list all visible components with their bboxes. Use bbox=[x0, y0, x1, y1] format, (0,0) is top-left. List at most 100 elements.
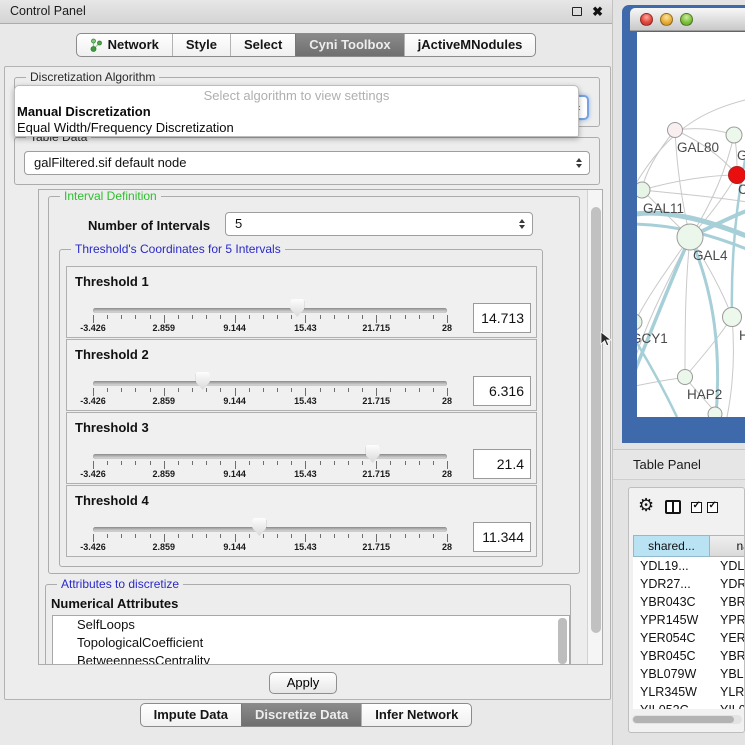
combobox-value: galFiltered.sif default node bbox=[34, 155, 186, 170]
cell-name[interactable]: YBR045C bbox=[710, 647, 745, 665]
column-header-name[interactable]: name bbox=[710, 535, 745, 557]
dropdown-option-manual[interactable]: Manual Discretization bbox=[15, 104, 578, 120]
node-label: GA bbox=[737, 148, 745, 163]
cell-shared-name[interactable]: YIL052C bbox=[633, 701, 710, 709]
slider-track[interactable] bbox=[93, 454, 447, 459]
threshold-value-field[interactable]: 11.344 bbox=[473, 522, 531, 552]
network-node[interactable] bbox=[723, 308, 742, 327]
slider-track[interactable] bbox=[93, 308, 447, 313]
spinner-arrows-icon bbox=[576, 158, 582, 168]
split-view-icon[interactable] bbox=[665, 500, 681, 514]
cell-shared-name[interactable]: YLR345W bbox=[633, 683, 710, 701]
tab-impute-data[interactable]: Impute Data bbox=[141, 704, 241, 726]
checkbox-icon[interactable] bbox=[691, 502, 702, 513]
table-row[interactable]: YBR043CYBR043C bbox=[633, 593, 745, 611]
cell-name[interactable]: YER054C bbox=[710, 629, 745, 647]
slider-track[interactable] bbox=[93, 527, 447, 532]
cell-shared-name[interactable]: YPR145W bbox=[633, 611, 710, 629]
tab-discretize-data[interactable]: Discretize Data bbox=[241, 704, 361, 726]
group-title: Threshold's Coordinates for 5 Intervals bbox=[71, 242, 285, 257]
network-node[interactable] bbox=[668, 123, 683, 138]
network-node[interactable] bbox=[677, 224, 703, 250]
number-of-intervals-combobox[interactable]: 5 bbox=[225, 212, 533, 236]
cell-shared-name[interactable]: YBL079W bbox=[633, 665, 710, 683]
tab-infer-network[interactable]: Infer Network bbox=[361, 704, 471, 726]
network-canvas[interactable]: GAL80GACGAL11GAL4GCY1HHAP2 bbox=[637, 32, 745, 417]
list-scrollbar[interactable] bbox=[558, 618, 567, 664]
network-node[interactable] bbox=[729, 167, 745, 184]
table-row[interactable]: YPR145WYPR145W bbox=[633, 611, 745, 629]
dropdown-option-equal-width[interactable]: Equal Width/Frequency Discretization bbox=[15, 120, 578, 136]
cell-name[interactable]: YBL079W bbox=[710, 665, 745, 683]
float-icon[interactable] bbox=[572, 7, 582, 16]
cell-shared-name[interactable]: YDR27... bbox=[633, 575, 710, 593]
table-row[interactable]: YDR27...YDR27 bbox=[633, 575, 745, 593]
cell-name[interactable]: YPR145W bbox=[710, 611, 745, 629]
scale-label: 9.144 bbox=[223, 323, 246, 333]
network-node[interactable] bbox=[726, 127, 742, 143]
tab-jactivemnodules[interactable]: jActiveMNodules bbox=[404, 34, 536, 56]
cell-name[interactable]: YDR27 bbox=[710, 575, 745, 593]
list-item[interactable]: TopologicalCoefficient bbox=[53, 634, 569, 652]
tab-style[interactable]: Style bbox=[172, 34, 230, 56]
minimize-traffic-light[interactable] bbox=[660, 13, 673, 26]
cell-shared-name[interactable]: YBR045C bbox=[633, 647, 710, 665]
threshold-2-panel: Threshold 2 -3.4262.8599.14415.4321.7152… bbox=[66, 339, 537, 411]
threshold-value-field[interactable]: 6.316 bbox=[473, 376, 531, 406]
zoom-traffic-light[interactable] bbox=[680, 13, 693, 26]
cell-shared-name[interactable]: YDL19... bbox=[633, 557, 710, 575]
network-edge[interactable] bbox=[637, 237, 690, 322]
close-traffic-light[interactable] bbox=[640, 13, 653, 26]
network-edge[interactable] bbox=[642, 175, 737, 190]
node-label: GCY1 bbox=[637, 331, 668, 346]
table-row[interactable]: YBL079WYBL079W bbox=[633, 665, 745, 683]
scale-label: 15.43 bbox=[294, 469, 317, 479]
network-edge[interactable] bbox=[685, 237, 690, 377]
cell-name[interactable]: YDL19 bbox=[710, 557, 745, 575]
tab-network[interactable]: Network bbox=[77, 34, 172, 56]
column-header-shared-name[interactable]: shared... bbox=[633, 535, 710, 557]
cell-name[interactable]: YIL052C bbox=[710, 701, 745, 709]
network-edge[interactable] bbox=[727, 317, 733, 417]
network-node[interactable] bbox=[637, 314, 642, 330]
slider-track[interactable] bbox=[93, 381, 447, 386]
scrollbar-thumb[interactable] bbox=[591, 207, 601, 633]
scale-label: -3.426 bbox=[80, 396, 106, 406]
scale-label: 2.859 bbox=[153, 542, 176, 552]
threshold-value-field[interactable]: 14.713 bbox=[473, 303, 531, 333]
network-window-titlebar[interactable] bbox=[630, 8, 745, 31]
network-edge[interactable] bbox=[685, 317, 732, 377]
node-label: GAL80 bbox=[677, 140, 719, 155]
tab-label: Discretize Data bbox=[255, 704, 348, 726]
table-row[interactable]: YER054CYER054C bbox=[633, 629, 745, 647]
network-node[interactable] bbox=[678, 370, 693, 385]
network-node[interactable] bbox=[637, 182, 650, 198]
close-icon[interactable]: ✖ bbox=[592, 3, 603, 21]
table-data-combobox[interactable]: galFiltered.sif default node bbox=[24, 151, 590, 175]
network-node[interactable] bbox=[708, 407, 722, 417]
scale-label: 28 bbox=[442, 542, 452, 552]
tab-label: Cyni Toolbox bbox=[309, 34, 390, 56]
cell-shared-name[interactable]: YBR043C bbox=[633, 593, 710, 611]
scale-label: 9.144 bbox=[223, 396, 246, 406]
table-row[interactable]: YLR345WYLR345W bbox=[633, 683, 745, 701]
apply-button[interactable]: Apply bbox=[269, 672, 337, 694]
list-item[interactable]: SelfLoops bbox=[53, 616, 569, 634]
table-row[interactable]: YBR045CYBR045C bbox=[633, 647, 745, 665]
table-row[interactable]: YIL052CYIL052C bbox=[633, 701, 745, 709]
gear-icon[interactable]: ⚙ bbox=[638, 496, 654, 514]
cell-shared-name[interactable]: YER054C bbox=[633, 629, 710, 647]
vertical-scrollbar[interactable] bbox=[587, 190, 602, 664]
cell-name[interactable]: YLR345W bbox=[710, 683, 745, 701]
scrollbar-thumb[interactable] bbox=[633, 716, 734, 723]
cell-name[interactable]: YBR043C bbox=[710, 593, 745, 611]
slider-scale-labels: -3.4262.8599.14415.4321.71528 bbox=[67, 542, 536, 554]
threshold-value-field[interactable]: 21.4 bbox=[473, 449, 531, 479]
table-row[interactable]: YDL19...YDL19 bbox=[633, 557, 745, 575]
tab-label: Network bbox=[108, 34, 159, 56]
tab-cyni-toolbox[interactable]: Cyni Toolbox bbox=[295, 34, 403, 56]
list-item[interactable]: BetweennessCentrality bbox=[53, 652, 569, 665]
tab-select[interactable]: Select bbox=[230, 34, 295, 56]
horizontal-scrollbar[interactable] bbox=[632, 715, 742, 724]
checkbox-icon[interactable] bbox=[707, 502, 718, 513]
